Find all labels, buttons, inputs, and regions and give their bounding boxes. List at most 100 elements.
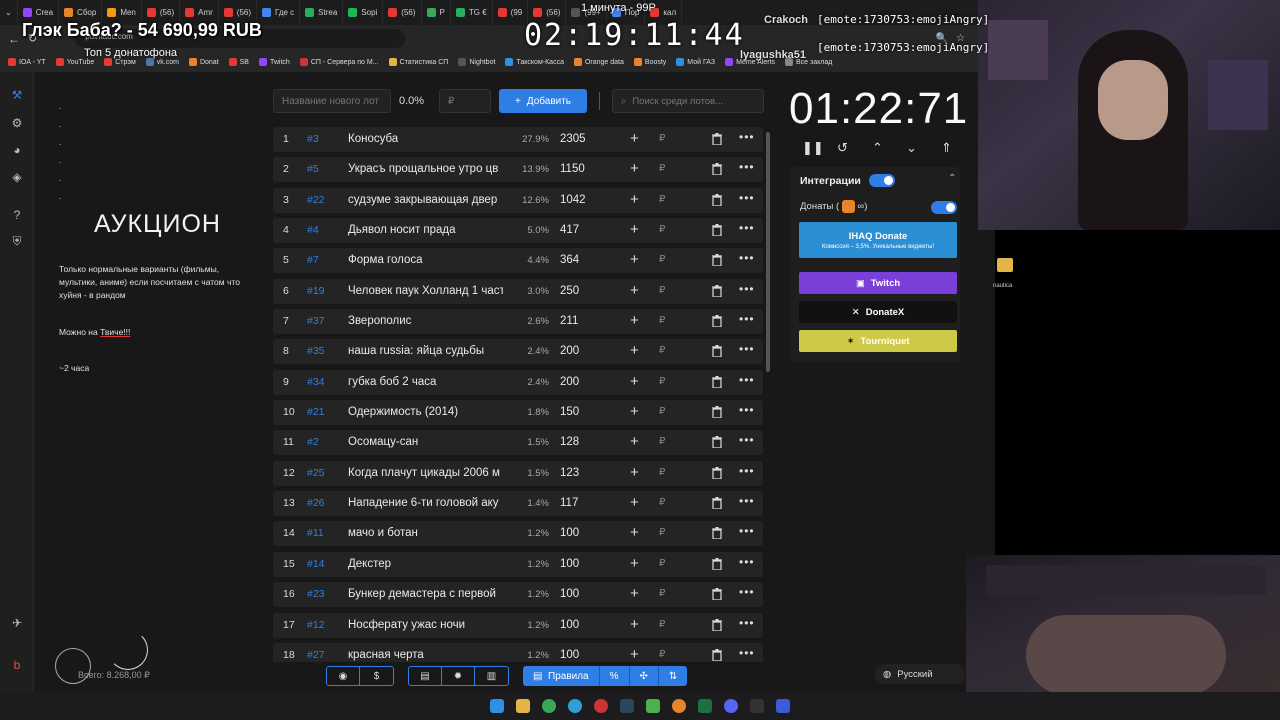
bookmark[interactable]: vk.com <box>145 58 179 66</box>
telegram-icon[interactable]: ✈ <box>10 616 24 630</box>
folder-icon[interactable] <box>997 258 1013 272</box>
bookmark[interactable]: Donat <box>188 58 219 66</box>
donatex-button[interactable]: ✕ DonateX <box>799 301 957 323</box>
layers-icon[interactable]: ◈ <box>10 170 24 184</box>
add-amount-icon[interactable]: + <box>630 494 639 511</box>
more-icon[interactable]: ••• <box>739 403 755 417</box>
lot-list-scrollbar[interactable] <box>766 132 770 372</box>
more-icon[interactable]: ••• <box>739 251 755 265</box>
minecraft-icon[interactable] <box>646 699 660 713</box>
chevron-down-icon[interactable]: ⌄ <box>906 140 917 156</box>
ruble-input[interactable]: ₽ <box>659 345 665 356</box>
browser-tab[interactable]: (56) <box>383 0 422 25</box>
trash-icon[interactable] <box>712 497 722 510</box>
excel-icon[interactable] <box>698 699 712 713</box>
lot-name[interactable]: Носферату ужас ночи <box>348 619 503 631</box>
github-icon[interactable]: ◉ <box>327 667 360 685</box>
ruble-input[interactable]: ₽ <box>659 527 665 538</box>
pause-icon[interactable]: ❚❚ <box>802 140 824 156</box>
tab-dropdown-icon[interactable]: ⌄ <box>0 0 18 25</box>
add-amount-icon[interactable]: + <box>630 373 639 390</box>
more-icon[interactable]: ••• <box>739 646 755 660</box>
browser-tab[interactable]: P <box>422 0 451 25</box>
ruble-input[interactable]: ₽ <box>659 163 665 174</box>
trash-icon[interactable] <box>712 557 722 571</box>
add-amount-icon[interactable]: + <box>630 616 639 633</box>
lot-name[interactable]: Декстер <box>348 558 503 570</box>
add-amount-icon[interactable]: + <box>630 403 639 420</box>
lot-name[interactable]: Украсъ прощальное утро цв <box>348 163 503 175</box>
add-amount-icon[interactable]: + <box>630 282 639 299</box>
back-icon[interactable]: ← <box>8 32 20 46</box>
add-amount-icon[interactable]: + <box>630 524 639 541</box>
trash-icon[interactable] <box>712 284 722 298</box>
ruble-input[interactable]: ₽ <box>659 406 665 417</box>
more-icon[interactable]: ••• <box>739 433 755 447</box>
lot-name[interactable]: Бункер демастера с первой <box>348 588 503 600</box>
clear-icon[interactable]: ▥ <box>475 667 508 685</box>
move-icon[interactable]: ✣ <box>630 666 659 686</box>
ruble-input[interactable]: ₽ <box>659 315 665 326</box>
bookmark[interactable]: Nightbot <box>458 58 495 66</box>
app-icon[interactable] <box>776 699 790 713</box>
lot-name[interactable]: Коносуба <box>348 133 503 145</box>
boosty-icon[interactable]: b <box>10 658 24 672</box>
trash-icon[interactable] <box>712 588 722 601</box>
lot-name[interactable]: Когда плачут цикады 2006 м <box>348 467 503 479</box>
sort-icon[interactable]: ⇅ <box>659 666 687 686</box>
ruble-input[interactable]: ₽ <box>659 224 665 235</box>
bookmark[interactable]: IOA - YT <box>8 58 46 66</box>
double-up-icon[interactable]: ⇑ <box>941 140 952 156</box>
add-amount-icon[interactable]: + <box>630 130 639 147</box>
browser-tab[interactable]: (99 <box>493 0 529 25</box>
ruble-input[interactable]: ₽ <box>659 376 665 387</box>
app-icon[interactable] <box>750 699 764 713</box>
ruble-input[interactable]: ₽ <box>659 497 665 508</box>
bookmark[interactable]: Стрэм <box>104 58 136 66</box>
lot-name[interactable]: Зверополис <box>348 315 503 327</box>
bug-icon[interactable]: ✹ <box>442 667 475 685</box>
lot-search-input[interactable]: ⌕ Поиск среди лотов... <box>612 89 764 113</box>
trash-icon[interactable] <box>712 163 722 176</box>
tourniquet-button[interactable]: ✶ Tourniquet <box>799 330 957 352</box>
opera-icon[interactable] <box>594 699 608 713</box>
new-lot-amount-input[interactable] <box>439 89 491 113</box>
ruble-input[interactable]: ₽ <box>659 133 665 144</box>
bookmark[interactable]: Мой ГАЗ <box>676 58 715 66</box>
lot-name[interactable]: Форма голоса <box>348 254 503 266</box>
donations-toggle[interactable] <box>931 201 957 214</box>
lot-name[interactable]: губка боб 2 часа <box>348 376 503 388</box>
lot-name[interactable]: Дьявол носит прада <box>348 224 503 236</box>
bookmark[interactable]: Orange data <box>573 58 624 66</box>
browser-tab[interactable]: TG € <box>451 0 493 25</box>
add-amount-icon[interactable]: + <box>630 160 639 177</box>
ruble-input[interactable]: ₽ <box>659 558 665 569</box>
trash-icon[interactable] <box>712 466 722 480</box>
trash-icon[interactable] <box>712 406 722 419</box>
trash-icon[interactable] <box>712 527 722 541</box>
more-icon[interactable]: ••• <box>739 160 755 174</box>
trash-icon[interactable] <box>712 193 722 207</box>
shield-icon[interactable]: ⛨ <box>10 234 24 248</box>
ruble-input[interactable]: ₽ <box>659 467 665 478</box>
trash-icon[interactable] <box>712 315 722 328</box>
percent-icon[interactable]: % <box>600 666 630 686</box>
trash-icon[interactable] <box>712 648 722 662</box>
browser-tab[interactable]: Sopi <box>343 0 384 25</box>
bookmark[interactable]: Twitch <box>258 58 290 66</box>
trash-icon[interactable] <box>712 254 722 267</box>
more-icon[interactable]: ••• <box>739 221 755 235</box>
language-select[interactable]: ◍ Русский <box>875 664 965 684</box>
lot-name[interactable]: судзуме закрывающая двер <box>348 194 503 206</box>
save-icon[interactable]: ▤ <box>409 667 442 685</box>
add-amount-icon[interactable]: + <box>630 585 639 602</box>
more-icon[interactable]: ••• <box>739 373 755 387</box>
more-icon[interactable]: ••• <box>739 312 755 326</box>
more-icon[interactable]: ••• <box>739 616 755 630</box>
ruble-input[interactable]: ₽ <box>659 285 665 296</box>
more-icon[interactable]: ••• <box>739 494 755 508</box>
ruble-input[interactable]: ₽ <box>659 649 665 660</box>
twitch-button[interactable]: ▣ Twitch <box>799 272 957 294</box>
add-amount-icon[interactable]: + <box>630 312 639 329</box>
lot-name[interactable]: Человек паук Холланд 1 част <box>348 285 503 297</box>
